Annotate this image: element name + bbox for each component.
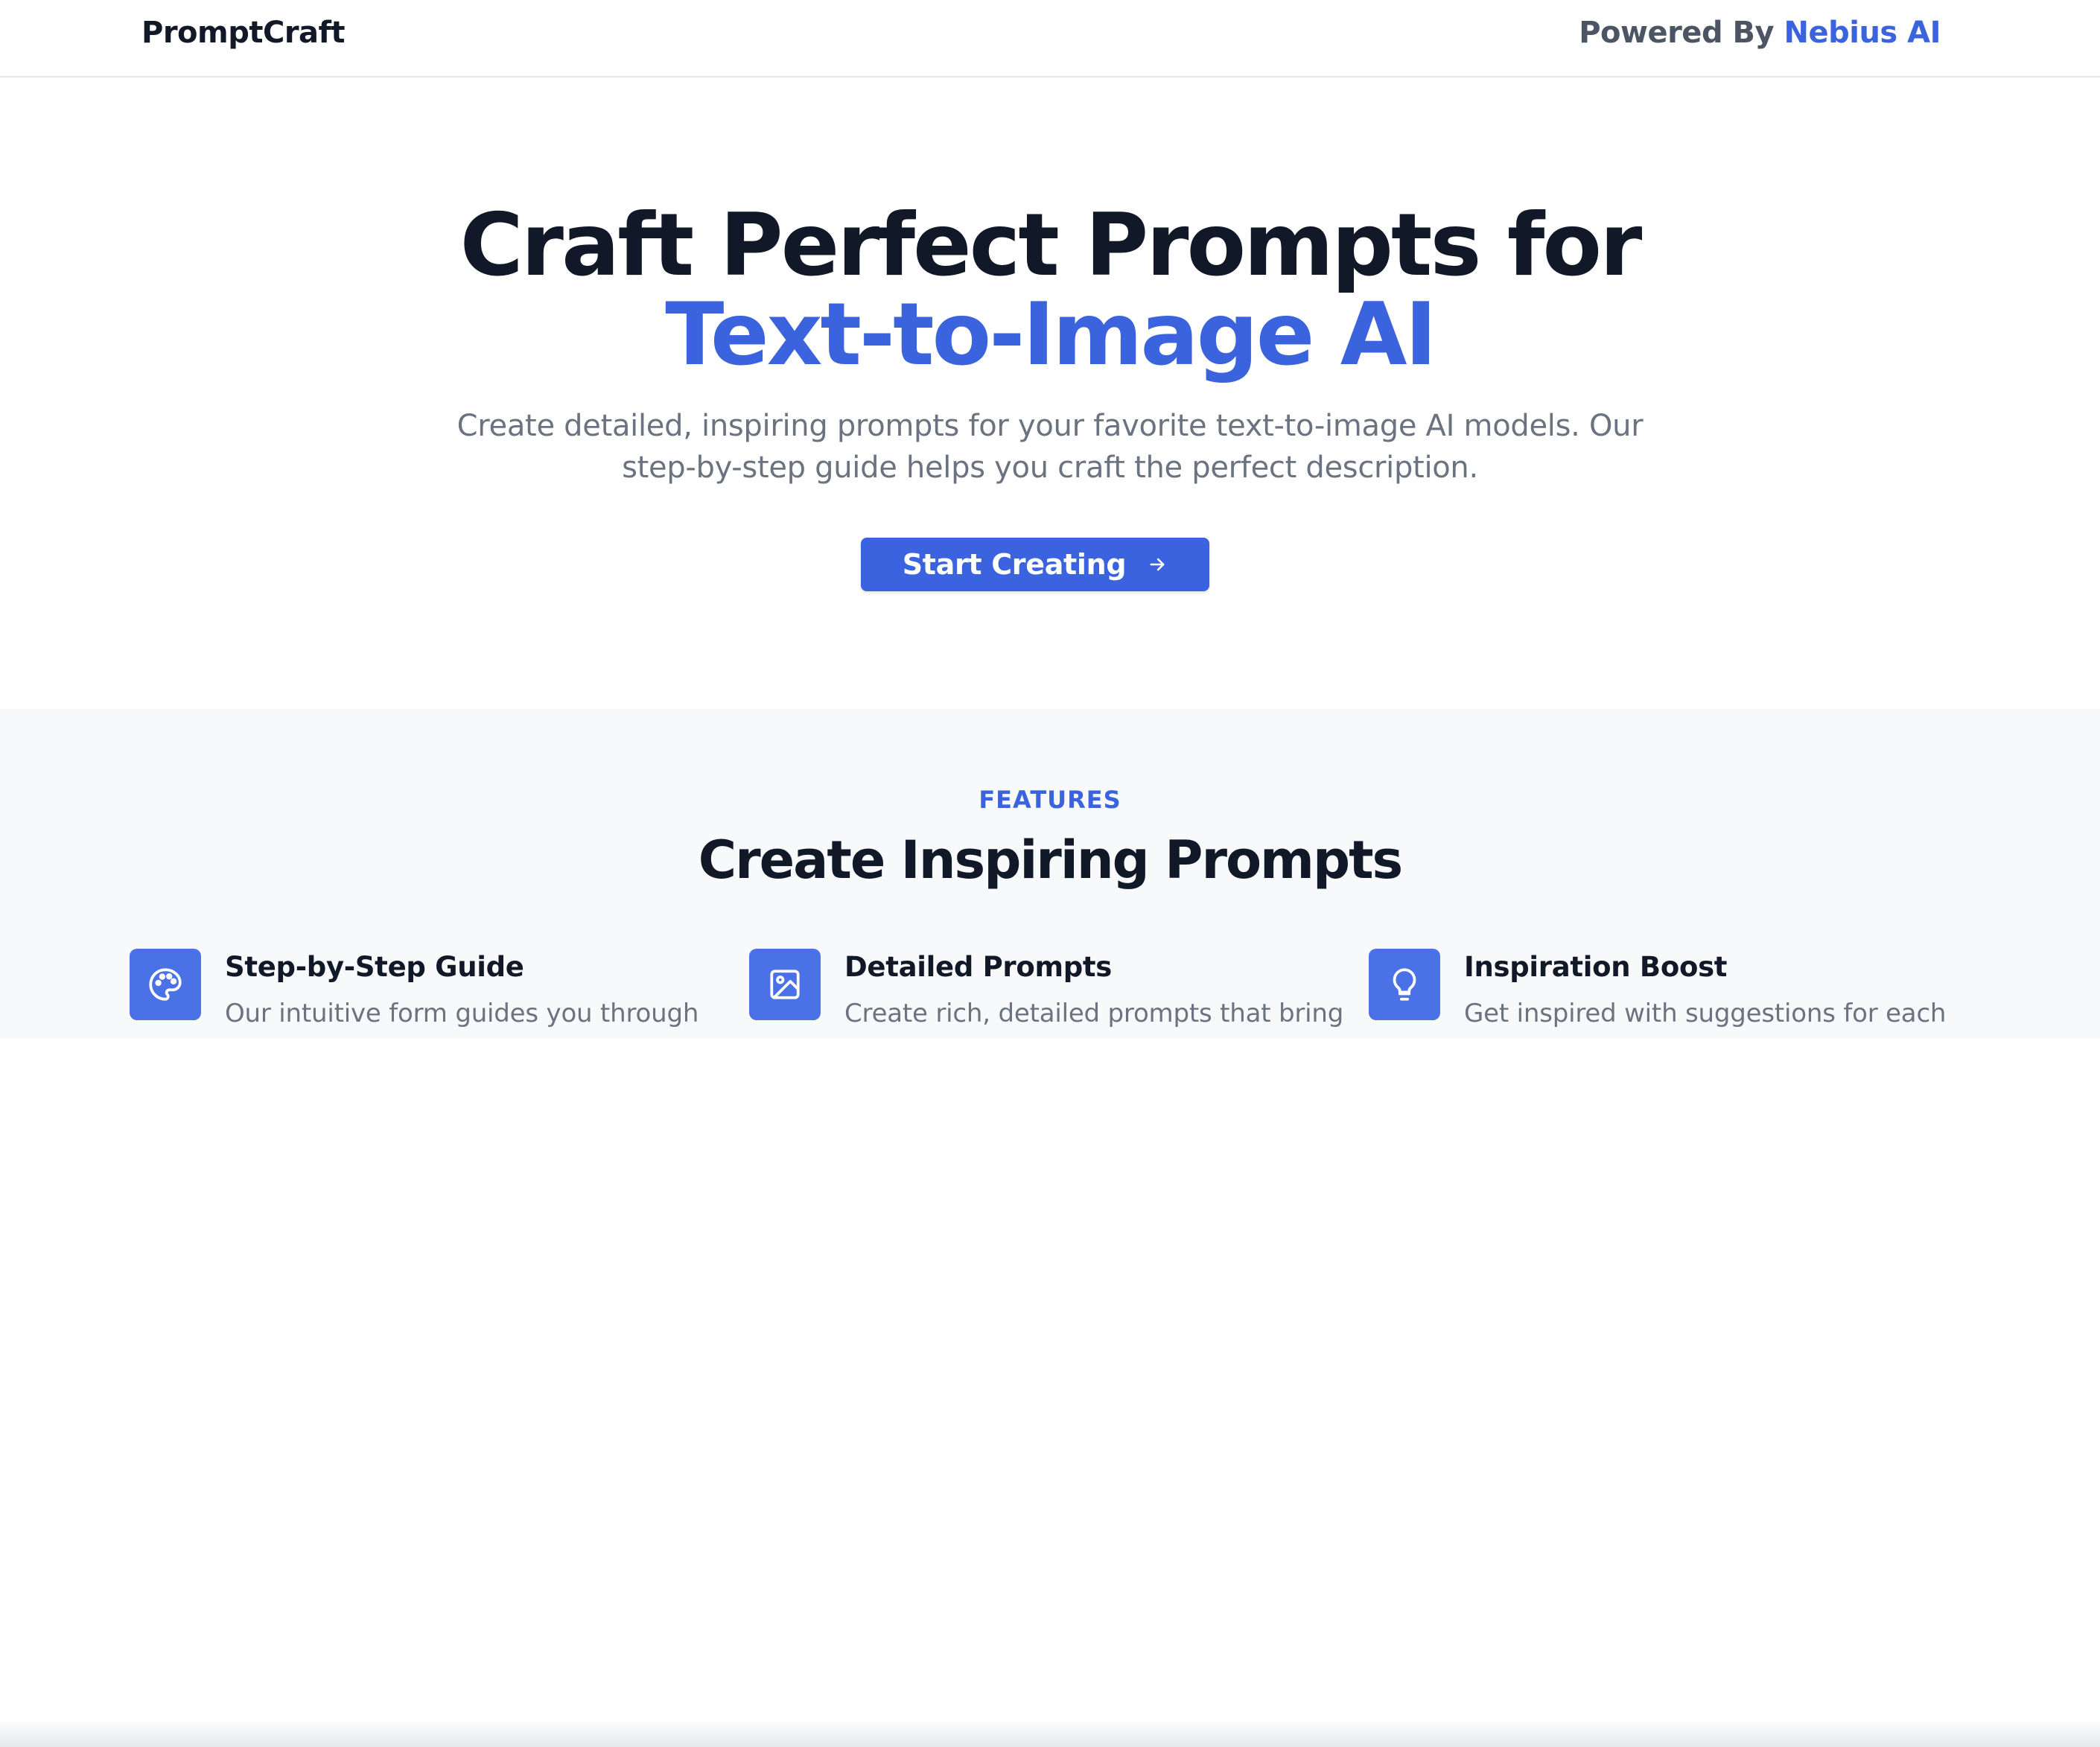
brand-logo[interactable]: PromptCraft: [141, 13, 346, 52]
feature-icon-box: [130, 949, 201, 1020]
features-title: Create Inspiring Prompts: [698, 830, 1403, 891]
feature-title: Step-by-Step Guide: [225, 951, 524, 983]
start-creating-button[interactable]: Start Creating: [861, 538, 1209, 591]
hero-subtitle: Create detailed, inspiring prompts for y…: [456, 409, 1644, 485]
feature-detailed-prompts: Detailed Prompts Create rich, detailed p…: [749, 949, 1343, 1053]
features-section: FEATURES Create Inspiring Prompts Step-b…: [0, 709, 2100, 1747]
hero-title-line2: Text-to-Image AI: [665, 284, 1436, 385]
palette-icon: [149, 968, 182, 1001]
image-icon: [770, 970, 800, 999]
feature-step-by-step: Step-by-Step Guide Our intuitive form gu…: [130, 949, 699, 1053]
feature-icon-box: [749, 949, 821, 1020]
hero-title-line1: Craft Perfect Prompts for: [459, 195, 1643, 296]
start-creating-label: Start Creating: [902, 548, 1127, 581]
feature-title: Detailed Prompts: [844, 951, 1113, 983]
hero-section: Craft Perfect Prompts for Text-to-Image …: [0, 79, 2100, 709]
feature-description: Get inspired with suggestions for each: [1464, 999, 1947, 1028]
feature-title: Inspiration Boost: [1464, 951, 1728, 983]
powered-by-prefix: Powered By: [1579, 16, 1775, 50]
feature-inspiration-boost: Inspiration Boost Get inspired with sugg…: [1369, 949, 1946, 1053]
features-eyebrow: FEATURES: [979, 786, 1121, 814]
feature-description: Create rich, detailed prompts that bring: [844, 999, 1344, 1028]
nebius-ai-link[interactable]: Nebius AI: [1784, 16, 1941, 50]
feature-icon-box: [1369, 949, 1440, 1020]
lightbulb-icon: [1393, 968, 1416, 1001]
feature-description: Our intuitive form guides you through: [225, 999, 699, 1028]
site-header: PromptCraft Powered By Nebius AI: [0, 0, 2100, 77]
scroll-fade: [0, 1719, 2100, 1747]
arrow-right-icon: [1150, 558, 1165, 571]
powered-by: Powered By Nebius AI: [1579, 13, 1941, 52]
